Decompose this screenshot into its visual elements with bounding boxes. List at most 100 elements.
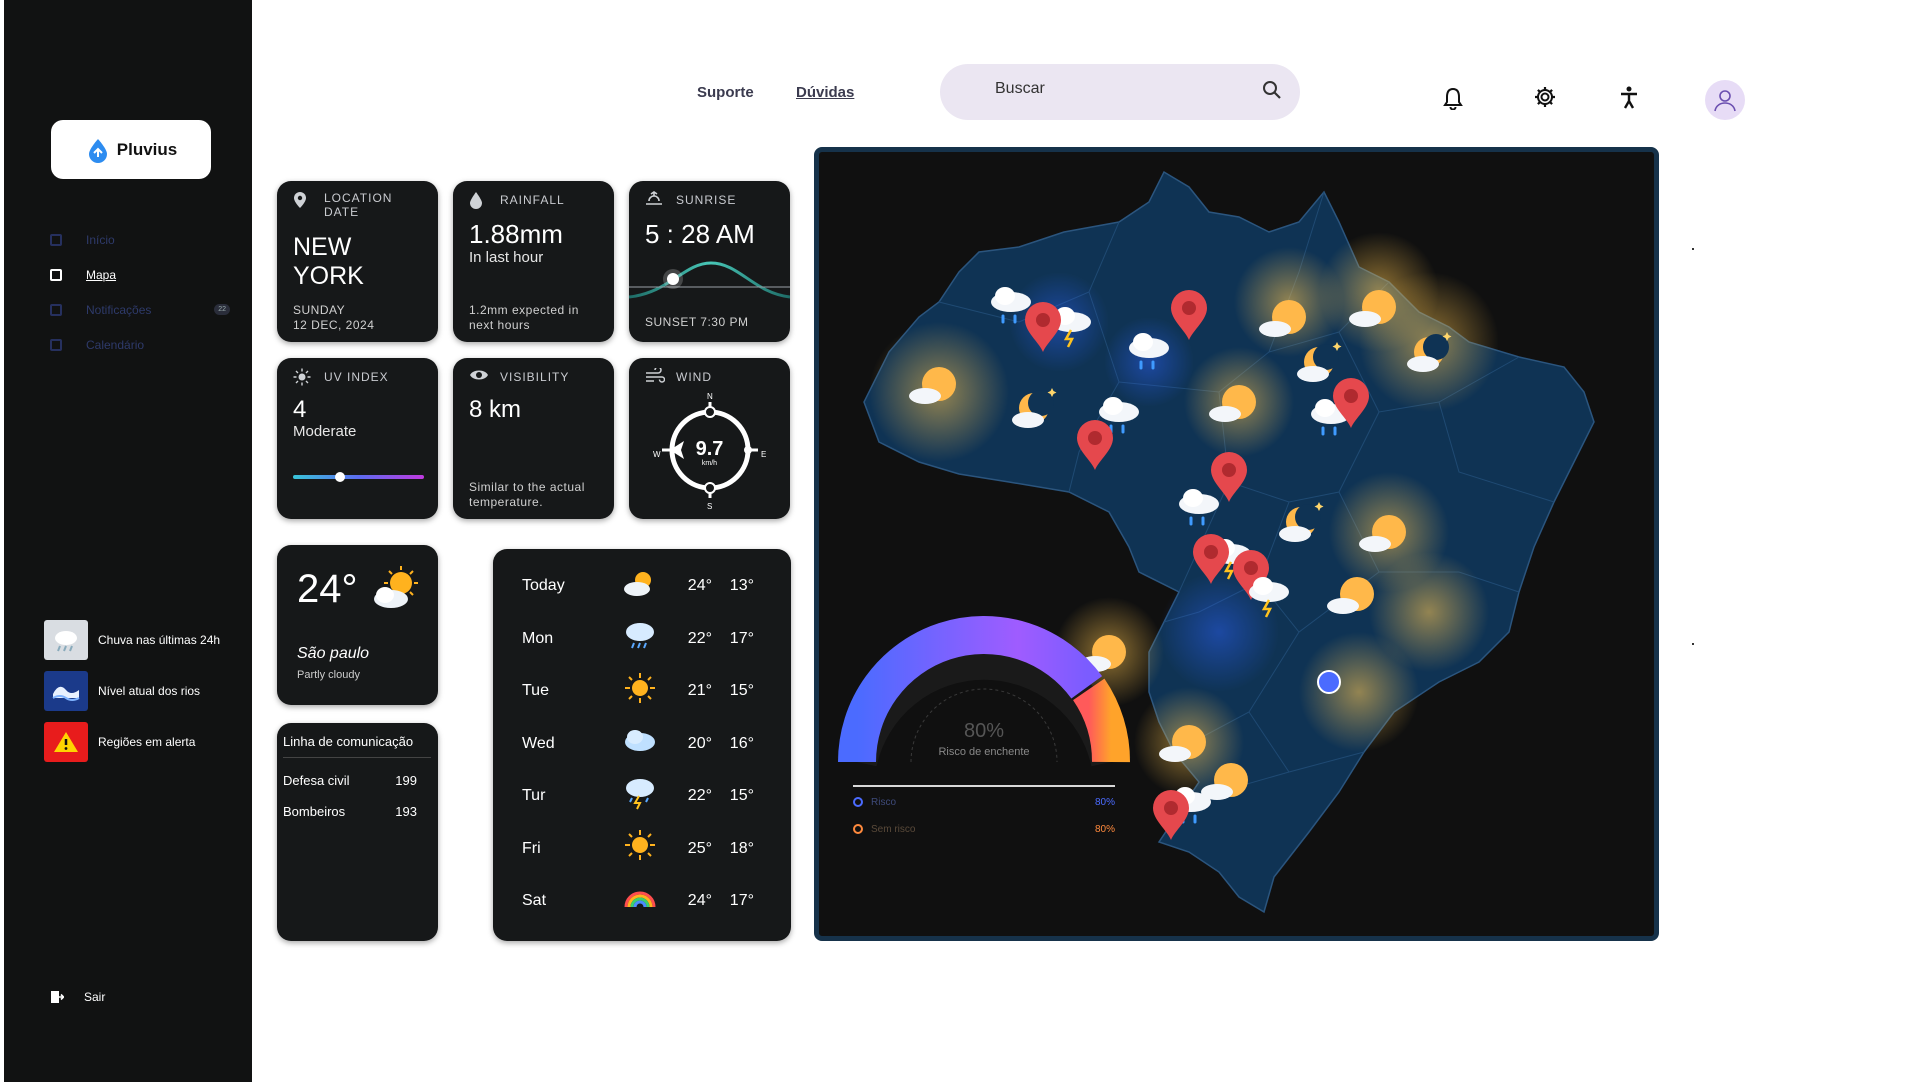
quick-link-rivers[interactable]: Nível atual dos rios <box>44 665 254 716</box>
city-name: NEW <box>293 233 352 261</box>
forecast-row[interactable]: Today 24° 13° <box>522 560 772 612</box>
search-input[interactable] <box>995 80 1245 98</box>
sun-outline-icon <box>293 368 311 386</box>
notification-badge: 22 <box>214 304 230 315</box>
logo[interactable]: Pluvius <box>51 120 211 179</box>
nav-link-suporte[interactable]: Suporte <box>697 84 754 101</box>
forecast-card: Today 24° 13° Mon 22° 17° Tue 21° 15° Wed 20° 16° Tu… <box>493 549 791 941</box>
contact-name: Bombeiros <box>283 804 346 819</box>
gear-icon[interactable] <box>1534 86 1556 108</box>
current-temp: 24° <box>297 567 358 611</box>
current-city: São paulo <box>297 645 370 662</box>
avatar[interactable] <box>1705 80 1745 120</box>
contact-number: 193 <box>395 804 417 819</box>
current-location-marker[interactable] <box>1317 670 1341 694</box>
uv-scale-bar <box>293 475 424 479</box>
forecast-high: 22° <box>687 629 712 647</box>
sidebar-item-notificacoes[interactable]: Notificações 22 <box>50 292 230 327</box>
forecast-day: Sat <box>522 892 547 909</box>
uv-card: UV INDEX 4 Moderate <box>277 358 438 519</box>
sidebar-item-label: Início <box>86 232 115 247</box>
risk-legend-icon <box>853 797 863 808</box>
uv-value: 4 <box>293 396 307 423</box>
forecast-row[interactable]: Tur 22° 15° <box>522 770 772 822</box>
rain-cloud-icon <box>44 619 88 660</box>
speck <box>1692 643 1694 645</box>
gauge-percent: 80% <box>963 720 1005 742</box>
compass-south: S <box>707 502 713 511</box>
search-bar <box>940 64 1300 120</box>
sun-path-graphic <box>629 261 790 299</box>
forecast-low: 18° <box>729 839 754 857</box>
contacts-title: Linha de comunicação <box>283 734 414 749</box>
wind-icon <box>646 368 665 383</box>
uv-level: Moderate <box>293 423 357 440</box>
dashboard-page: { "app": { "name": "Pluvius" }, "sidebar… <box>0 0 1928 1088</box>
app-name: Pluvius <box>116 139 178 159</box>
current-condition: Partly cloudy <box>297 669 360 681</box>
contact-number: 199 <box>395 773 417 788</box>
search-icon[interactable] <box>1262 80 1282 100</box>
rainbow-icon <box>610 887 670 916</box>
sidebar-item-calendario[interactable]: Calendário <box>50 327 230 362</box>
gauge-label: Risco de enchente <box>938 746 1030 758</box>
warning-icon <box>44 721 88 762</box>
visibility-card: VISIBILITY 8 km Similar to the actual te… <box>453 358 614 519</box>
map-panel[interactable]: 80% Risco de enchente Risco 80% Sem risc… <box>814 147 1659 941</box>
sunrise-icon <box>646 191 662 205</box>
forecast-row[interactable]: Mon 22° 17° <box>522 613 772 665</box>
sunrise-card: SUNRISE 5 : 28 AM SUNSET 7:30 PM <box>629 181 790 342</box>
legend-label: Sem risco <box>871 824 916 835</box>
wind-unit: km/h <box>701 460 718 467</box>
forecast-row[interactable]: Tue 21° 15° <box>522 665 772 717</box>
sidebar-item-mapa[interactable]: Mapa <box>50 257 230 292</box>
contact-row[interactable]: Bombeiros 193 <box>283 804 417 819</box>
forecast-row[interactable]: Fri 25° 18° <box>522 823 772 875</box>
forecast-day: Tue <box>522 682 549 699</box>
quick-link-alerts[interactable]: Regiões em alerta <box>44 716 254 767</box>
safe-legend-icon <box>853 824 863 835</box>
sidebar-item-label: Calendário <box>86 337 145 352</box>
logout-button[interactable]: Sair <box>50 990 105 1004</box>
logout-label: Sair <box>84 990 106 1004</box>
forecast-low: 17° <box>729 892 754 909</box>
raindrop-logo-icon <box>88 138 107 163</box>
uv-indicator <box>335 472 346 482</box>
forecast-high: 22° <box>687 787 712 804</box>
flood-risk-gauge <box>837 616 1131 787</box>
sidebar-item-inicio[interactable]: Início <box>50 222 230 257</box>
quick-link-rain[interactable]: Chuva nas últimas 24h <box>44 614 254 665</box>
forecast-high: 24° <box>687 892 712 909</box>
eye-icon <box>470 370 488 380</box>
legend-label: Risco <box>871 797 897 808</box>
speck <box>1692 248 1694 250</box>
accessibility-icon[interactable] <box>1619 86 1639 110</box>
forecast-row[interactable]: Sat 24° 17° <box>522 875 772 927</box>
current-weather-card: 24° São paulo Partly cloudy <box>277 545 438 705</box>
rainfall-label: RAINFALL <box>500 193 565 207</box>
rainfall-note: 1.2mm expected in <box>469 303 579 317</box>
compass-north: N <box>707 392 713 401</box>
sun-icon <box>610 671 670 712</box>
contact-name: Defesa civil <box>283 773 350 788</box>
uv-label: UV INDEX <box>324 370 389 384</box>
bell-icon[interactable] <box>1443 86 1463 110</box>
forecast-high: 24° <box>687 577 712 594</box>
forecast-row[interactable]: Wed 20° 16° <box>522 718 772 770</box>
rainfall-value: 1.88mm <box>469 219 563 249</box>
forecast-low: 15° <box>729 787 754 804</box>
forecast-day: Tur <box>522 787 546 804</box>
forecast-day: Fri <box>522 839 541 857</box>
sidebar-item-label: Mapa <box>86 267 117 282</box>
gauge-legend-safe: Sem risco 80% <box>853 824 1115 835</box>
city-name: YORK <box>293 262 364 290</box>
nav-link-duvidas[interactable]: Dúvidas <box>796 84 854 101</box>
weekday: SUNDAY <box>293 303 346 317</box>
grid-icon <box>50 233 62 246</box>
brazil-map[interactable] <box>819 152 1654 936</box>
rainfall-card: RAINFALL 1.88mm In last hour 1.2mm expec… <box>453 181 614 342</box>
sunrise-label: SUNRISE <box>676 193 737 207</box>
sidebar-item-label: Notificações <box>86 302 152 317</box>
contact-row[interactable]: Defesa civil 199 <box>283 773 417 788</box>
quick-link-label: Chuva nas últimas 24h <box>98 632 221 647</box>
